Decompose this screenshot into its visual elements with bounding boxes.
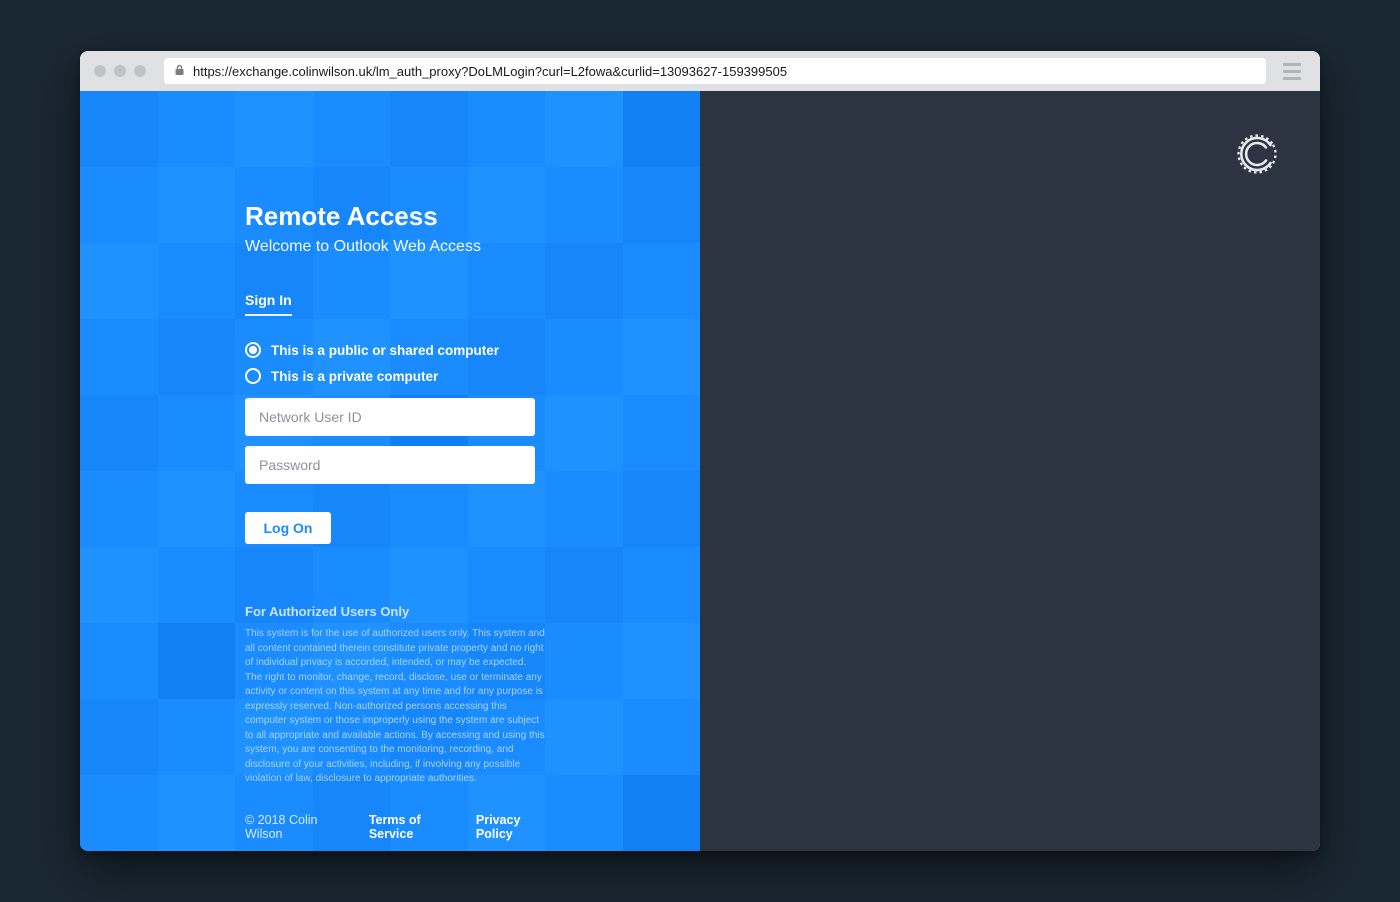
public-computer-radio[interactable]: This is a public or shared computer: [245, 342, 555, 358]
authorized-users-text: This system is for the use of authorized…: [245, 627, 545, 787]
signin-heading: Sign In: [245, 292, 292, 316]
url-text: https://exchange.colinwilson.uk/lm_auth_…: [193, 64, 787, 79]
footer: © 2018 Colin Wilson Terms of Service Pri…: [245, 813, 555, 841]
window-close-button[interactable]: [94, 65, 106, 77]
address-bar[interactable]: https://exchange.colinwilson.uk/lm_auth_…: [164, 58, 1266, 84]
browser-menu-button[interactable]: [1278, 57, 1306, 85]
login-form: Log On: [245, 398, 555, 544]
privacy-link[interactable]: Privacy Policy: [476, 813, 555, 841]
password-input[interactable]: [245, 446, 535, 484]
page-title: Remote Access: [245, 201, 555, 232]
public-computer-label: This is a public or shared computer: [271, 343, 499, 358]
private-computer-radio[interactable]: This is a private computer: [245, 368, 555, 384]
window-minimize-button[interactable]: [114, 65, 126, 77]
login-panel: Remote Access Welcome to Outlook Web Acc…: [80, 91, 700, 851]
radio-selected-icon: [245, 342, 261, 358]
brand-panel: [700, 91, 1320, 851]
private-computer-label: This is a private computer: [271, 369, 438, 384]
authorized-users-title: For Authorized Users Only: [245, 604, 545, 619]
radio-unselected-icon: [245, 368, 261, 384]
copyright-text: © 2018 Colin Wilson: [245, 813, 351, 841]
brand-logo-icon: [1236, 133, 1278, 175]
username-input[interactable]: [245, 398, 535, 436]
logon-button[interactable]: Log On: [245, 512, 331, 544]
terms-link[interactable]: Terms of Service: [369, 813, 462, 841]
page-body: Remote Access Welcome to Outlook Web Acc…: [80, 91, 1320, 851]
browser-chrome: https://exchange.colinwilson.uk/lm_auth_…: [80, 51, 1320, 91]
authorized-users-section: For Authorized Users Only This system is…: [245, 604, 545, 787]
lock-icon: [174, 64, 185, 78]
page-subtitle: Welcome to Outlook Web Access: [245, 238, 555, 256]
browser-window: https://exchange.colinwilson.uk/lm_auth_…: [80, 51, 1320, 851]
window-maximize-button[interactable]: [134, 65, 146, 77]
login-content: Remote Access Welcome to Outlook Web Acc…: [80, 91, 555, 841]
window-controls: [94, 65, 146, 77]
